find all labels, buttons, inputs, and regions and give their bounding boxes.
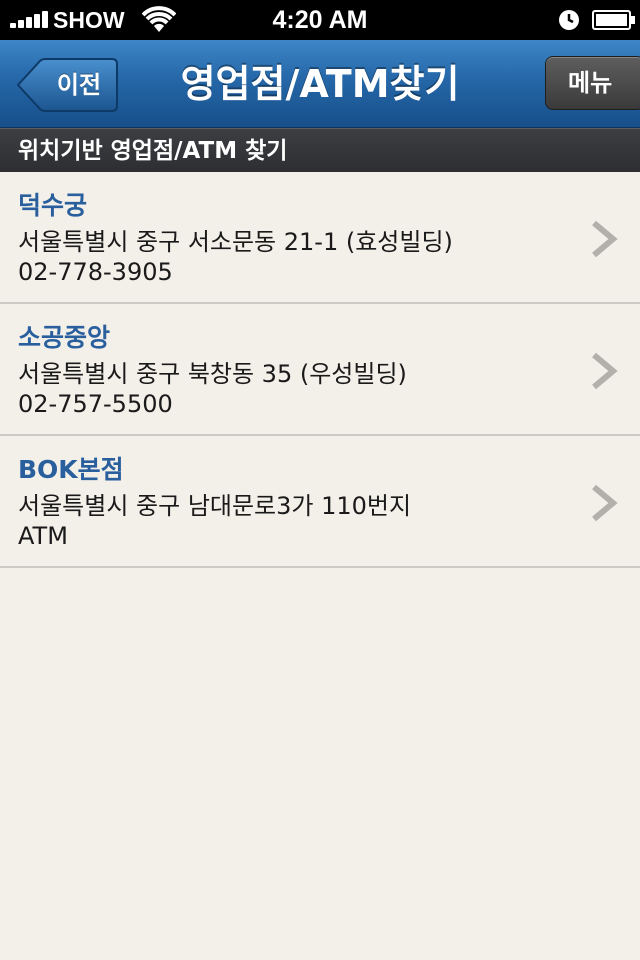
branch-name: 덕수궁 (18, 191, 88, 220)
menu-button[interactable]: 메뉴 (545, 56, 640, 110)
navigation-bar: 이전 영업점/ATM찾기 메뉴 (0, 40, 640, 128)
back-button-label: 이전 (56, 71, 102, 99)
branch-type: ATM (18, 522, 68, 550)
branch-name: BOK본점 (18, 455, 124, 484)
chevron-right-icon (592, 352, 618, 390)
status-time: 4:20 AM (272, 6, 368, 34)
section-header: 위치기반 영업점/ATM 찾기 (0, 128, 640, 172)
branch-phone: 02-757-5500 (18, 390, 173, 418)
branch-phone: 02-778-3905 (18, 258, 173, 286)
list-item[interactable]: BOK본점 서울특별시 중구 남대문로3가 110번지 ATM (0, 436, 640, 568)
branch-address: 서울특별시 중구 남대문로3가 110번지 (18, 492, 412, 520)
clock-icon (559, 10, 579, 30)
branch-name: 소공중앙 (18, 323, 111, 352)
branch-address: 서울특별시 중구 서소문동 21-1 (효성빌딩) (18, 228, 453, 256)
chevron-right-icon (592, 484, 618, 522)
list-item[interactable]: 소공중앙 서울특별시 중구 북창동 35 (우성빌딩) 02-757-5500 (0, 304, 640, 436)
battery-icon (592, 10, 635, 30)
status-bar: SHOW 4:20 AM (0, 0, 640, 40)
list-item[interactable]: 덕수궁 서울특별시 중구 서소문동 21-1 (효성빌딩) 02-778-390… (0, 172, 640, 304)
back-button[interactable]: 이전 (16, 58, 118, 112)
branch-address: 서울특별시 중구 북창동 35 (우성빌딩) (18, 360, 407, 388)
chevron-right-icon (592, 220, 618, 258)
page-title: 영업점/ATM찾기 (180, 62, 460, 106)
branch-list: 덕수궁 서울특별시 중구 서소문동 21-1 (효성빌딩) 02-778-390… (0, 172, 640, 568)
